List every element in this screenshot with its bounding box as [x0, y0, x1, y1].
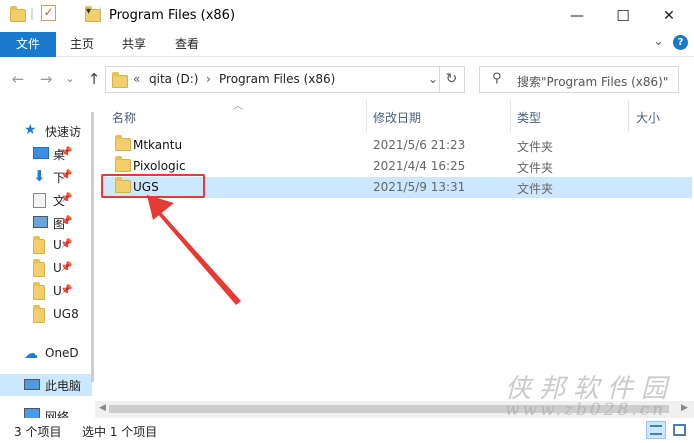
details-view-icon — [650, 425, 662, 435]
selection-count: 选中 1 个项目 — [82, 425, 158, 439]
large-icons-view-button[interactable] — [669, 421, 689, 439]
status-bar: 3 个项目 选中 1 个项目 — [0, 418, 694, 443]
item-count: 3 个项目 — [14, 425, 62, 439]
scroll-right-icon[interactable]: ▶ — [681, 403, 688, 413]
watermark-url: www.zb028.cn — [505, 400, 667, 420]
details-view-button[interactable] — [646, 421, 666, 439]
arrow-shaft — [150, 198, 241, 305]
scroll-left-icon[interactable]: ◀ — [99, 403, 106, 413]
large-icons-view-icon — [673, 424, 686, 436]
